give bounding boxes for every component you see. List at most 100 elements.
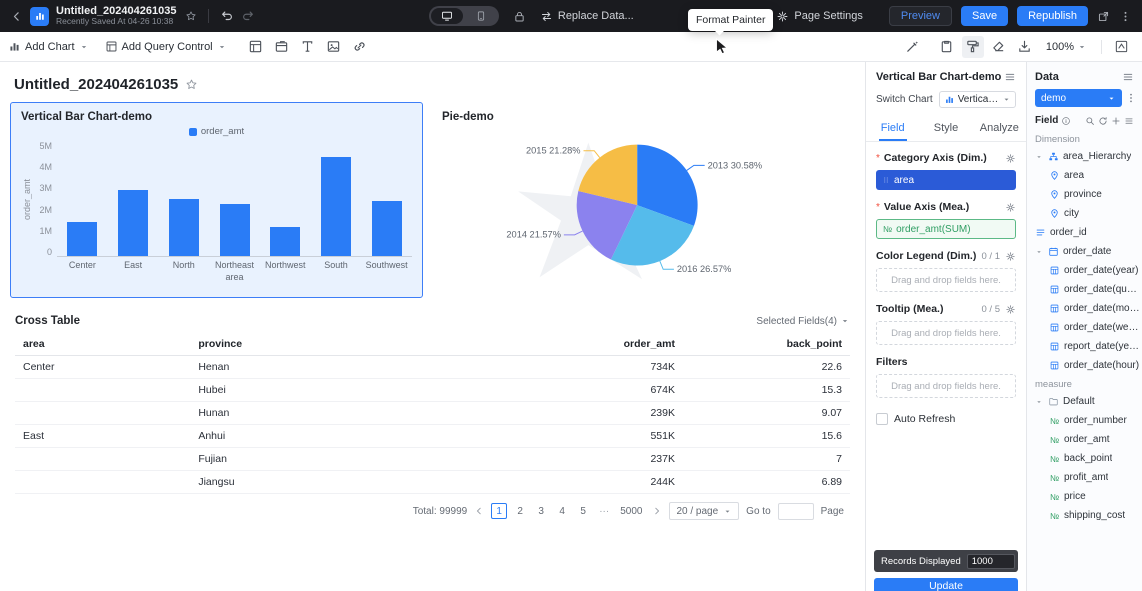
add-container-icon[interactable] (245, 36, 267, 58)
field-item-city[interactable]: city (1027, 204, 1142, 223)
expand-caret-icon[interactable] (1035, 398, 1044, 406)
switch-chart-select[interactable]: Vertical Ba... (938, 91, 1016, 108)
prev-page-icon[interactable] (474, 506, 484, 516)
add-link-icon[interactable] (349, 36, 371, 58)
pie-chart-card[interactable]: Pie-demo 2013 30.58% 2016 26.57% 2014 21.5… (431, 102, 855, 298)
update-button[interactable]: Update (874, 578, 1018, 591)
add-tab-icon[interactable] (271, 36, 293, 58)
bar[interactable] (118, 190, 149, 256)
bar[interactable] (168, 198, 199, 256)
add-image-icon[interactable] (323, 36, 345, 58)
table-row[interactable]: East Anhui 551K 15.6 (15, 424, 850, 448)
page-button[interactable]: 2 (512, 503, 528, 519)
field-item-order-date[interactable]: order_date (1027, 242, 1142, 261)
tab-field[interactable]: Field (866, 116, 919, 141)
field-item-price[interactable]: № price (1027, 487, 1142, 506)
favorite-star-icon[interactable] (185, 78, 198, 91)
bar-chart-card[interactable]: Vertical Bar Chart-demo order_amt order_… (10, 102, 423, 298)
page-button[interactable]: 1 (491, 503, 508, 519)
dataset-more-icon[interactable] (1125, 92, 1137, 104)
lock-icon[interactable] (513, 10, 526, 23)
table-row[interactable]: Hunan 239K 9.07 (15, 401, 850, 425)
column-header[interactable]: order_amt (465, 333, 683, 356)
tooltip-dropzone[interactable]: Drag and drop fields here. (876, 321, 1016, 345)
color-legend-dropzone[interactable]: Drag and drop fields here. (876, 268, 1016, 292)
selected-fields-dropdown[interactable]: Selected Fields(4) (756, 316, 850, 327)
settings-gear-icon[interactable] (1005, 304, 1016, 315)
page-button[interactable]: 5 (575, 503, 591, 519)
tab-style[interactable]: Style (919, 116, 972, 141)
add-field-icon[interactable] (1111, 116, 1121, 126)
page-button[interactable]: 5000 (617, 503, 645, 519)
field-item-shipping_cost[interactable]: № shipping_cost (1027, 506, 1142, 525)
bar[interactable] (371, 200, 402, 256)
bar[interactable] (270, 227, 301, 256)
next-page-icon[interactable] (652, 506, 662, 516)
share-icon[interactable] (1097, 10, 1110, 23)
settings-gear-icon[interactable] (1005, 153, 1016, 164)
favorite-star-icon[interactable] (185, 10, 197, 22)
field-item-order-date-year-[interactable]: order_date(year) (1027, 261, 1142, 280)
field-item-area-hierarchy[interactable]: area_Hierarchy (1027, 147, 1142, 166)
replace-data-button[interactable]: Replace Data... (540, 10, 634, 23)
export-icon[interactable] (1014, 36, 1036, 58)
expand-caret-icon[interactable] (1035, 153, 1044, 161)
value-field-pill[interactable]: № order_amt(SUM) (876, 219, 1016, 239)
panel-menu-icon[interactable] (1122, 71, 1134, 83)
mobile-view-icon[interactable] (465, 8, 497, 24)
page-settings-button[interactable]: Page Settings (776, 10, 863, 23)
back-icon[interactable] (10, 10, 23, 23)
refresh-icon[interactable] (1098, 116, 1108, 126)
column-header[interactable]: back_point (682, 333, 850, 356)
measure-folder-default[interactable]: Default (1027, 392, 1142, 411)
format-painter-icon[interactable] (961, 35, 984, 58)
zoom-select[interactable]: 100% (1046, 41, 1087, 53)
field-item-report-date-year-[interactable]: report_date(year_... (1027, 337, 1142, 356)
field-item-province[interactable]: province (1027, 185, 1142, 204)
bar[interactable] (320, 157, 351, 256)
preview-button[interactable]: Preview (888, 6, 952, 26)
records-displayed-input[interactable] (966, 553, 1015, 569)
goto-page-input[interactable] (777, 502, 814, 520)
column-header[interactable]: area (15, 333, 191, 356)
search-icon[interactable] (1085, 116, 1095, 126)
expand-caret-icon[interactable] (1035, 248, 1044, 256)
table-row[interactable]: Hubei 674K 15.3 (15, 378, 850, 402)
field-item-order-date-hour-[interactable]: order_date(hour) (1027, 356, 1142, 375)
clear-format-icon[interactable] (988, 36, 1010, 58)
field-item-order-date-month-[interactable]: order_date(month) (1027, 299, 1142, 318)
cross-table-card[interactable]: Cross Table Selected Fields(4) area prov… (10, 306, 855, 525)
table-row[interactable]: Jiangsu 244K 6.89 (15, 470, 850, 494)
filters-dropzone[interactable]: Drag and drop fields here. (876, 374, 1016, 398)
field-menu-icon[interactable] (1124, 116, 1134, 126)
table-row[interactable]: Fujian 237K 7 (15, 447, 850, 471)
undo-icon[interactable] (220, 9, 234, 23)
settings-gear-icon[interactable] (1005, 251, 1016, 262)
republish-button[interactable]: Republish (1017, 6, 1088, 26)
panel-menu-icon[interactable] (1004, 71, 1016, 83)
field-item-order-id[interactable]: order_id (1027, 223, 1142, 242)
page-button[interactable]: 4 (554, 503, 570, 519)
field-item-order_amt[interactable]: № order_amt (1027, 430, 1142, 449)
theme-brush-icon[interactable] (902, 36, 924, 58)
dataset-select[interactable]: demo (1035, 89, 1122, 107)
redo-icon[interactable] (241, 9, 255, 23)
bar[interactable] (219, 204, 250, 256)
save-button[interactable]: Save (961, 6, 1009, 26)
page-size-select[interactable]: 20 / page (669, 502, 740, 520)
more-options-icon[interactable] (1119, 10, 1132, 23)
field-item-area[interactable]: area (1027, 166, 1142, 185)
device-toggle[interactable] (428, 6, 499, 26)
field-item-back_point[interactable]: № back_point (1027, 449, 1142, 468)
category-field-pill[interactable]: area (876, 170, 1016, 190)
add-text-icon[interactable] (297, 36, 319, 58)
field-item-order-date-week-[interactable]: order_date(week) (1027, 318, 1142, 337)
field-item-order-date-quarter-[interactable]: order_date(quarter) (1027, 280, 1142, 299)
add-chart-button[interactable]: Add Chart (8, 40, 89, 53)
legend-label[interactable]: order_amt (201, 126, 244, 137)
watermark-icon[interactable] (1110, 36, 1132, 58)
page-button[interactable]: 3 (533, 503, 549, 519)
add-query-control-button[interactable]: Add Query Control (105, 40, 227, 53)
settings-gear-icon[interactable] (1005, 202, 1016, 213)
table-row[interactable]: Center Henan 734K 22.6 (15, 355, 850, 379)
